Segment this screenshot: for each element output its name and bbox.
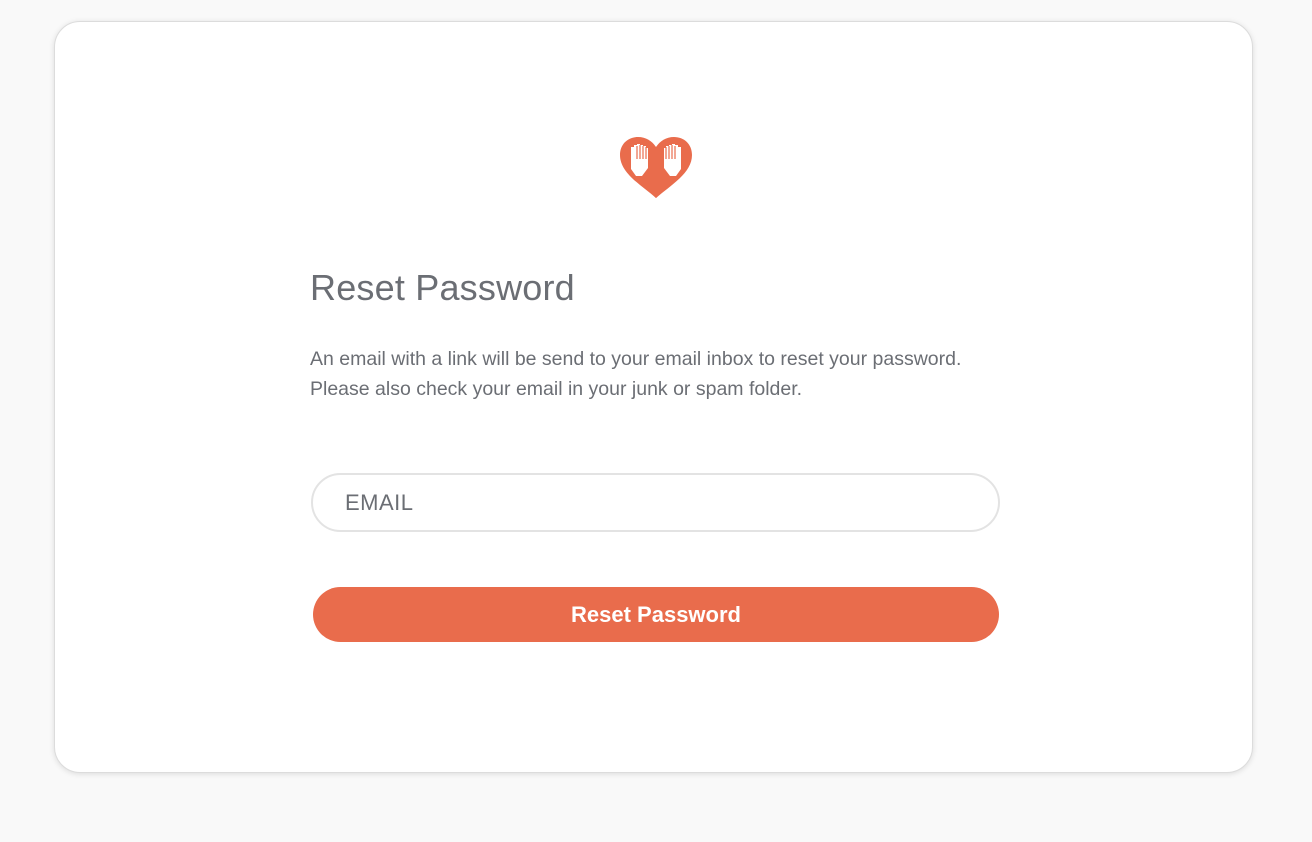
page-title: Reset Password — [310, 267, 575, 308]
reset-password-card: Reset Password An email with a link will… — [54, 21, 1253, 773]
heart-hands-logo-icon — [616, 135, 696, 205]
instructions-line-2: Please also check your email in your jun… — [310, 378, 803, 400]
instructions-text: An email with a link will be send to you… — [310, 344, 1010, 404]
instructions-line-1: An email with a link will be send to you… — [310, 348, 962, 370]
reset-password-button[interactable]: Reset Password — [313, 587, 999, 642]
email-input[interactable] — [311, 473, 1000, 532]
